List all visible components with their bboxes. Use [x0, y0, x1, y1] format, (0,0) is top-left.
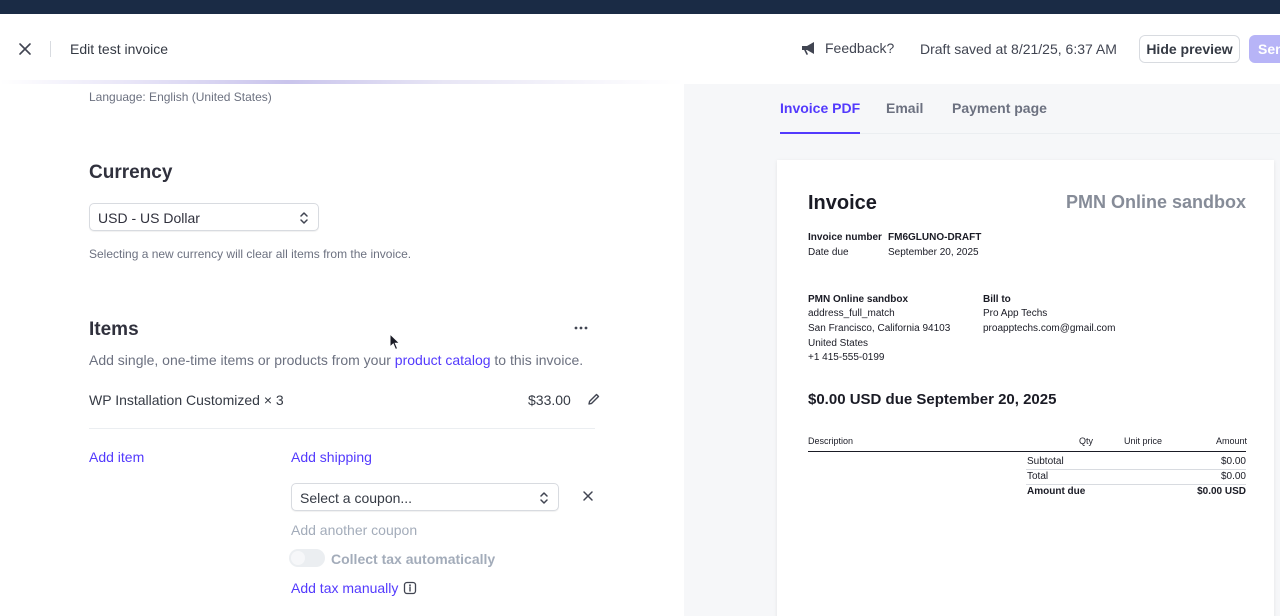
- info-icon: [403, 581, 417, 595]
- preview-panel: Invoice PDF Email Payment page Invoice P…: [684, 84, 1280, 616]
- invoice-document: Invoice PMN Online sandbox Invoice numbe…: [777, 160, 1274, 616]
- total-value: $0.00: [1220, 471, 1246, 482]
- toggle-knob: [291, 551, 305, 565]
- currency-heading: Currency: [89, 162, 173, 183]
- close-icon: [583, 491, 593, 501]
- language-text: Language: English (United States): [89, 90, 272, 104]
- from-line: San Francisco, California 94103: [808, 323, 951, 334]
- active-tab-indicator: [780, 132, 860, 134]
- items-heading: Items: [89, 319, 139, 340]
- close-icon: [19, 43, 31, 55]
- edit-item-button[interactable]: [587, 392, 601, 406]
- bill-to-label: Bill to: [983, 294, 1011, 305]
- from-line: +1 415-555-0199: [808, 352, 885, 363]
- from-line: PMN Online sandbox: [808, 294, 909, 305]
- invoice-title: Invoice: [808, 192, 877, 214]
- summary-divider: [1026, 469, 1246, 470]
- from-line: address_full_match: [808, 308, 895, 319]
- more-horizontal-icon: [574, 326, 588, 330]
- add-item-link[interactable]: Add item: [89, 449, 144, 465]
- pencil-icon: [588, 393, 600, 405]
- coupon-select[interactable]: Select a coupon...: [291, 483, 559, 511]
- send-button[interactable]: Send: [1249, 35, 1280, 63]
- currency-select[interactable]: USD - US Dollar: [89, 203, 319, 231]
- subtotal-value: $0.00: [1220, 456, 1246, 467]
- megaphone-icon: [802, 42, 814, 55]
- add-tax-manually-link[interactable]: Add tax manually: [291, 580, 398, 596]
- hide-preview-button[interactable]: Hide preview: [1139, 35, 1240, 63]
- tab-invoice-pdf[interactable]: Invoice PDF: [780, 100, 860, 116]
- draft-status: Draft saved at 8/21/25, 6:37 AM: [920, 41, 1117, 57]
- col-amount: Amount: [1216, 436, 1248, 446]
- page-title: Edit test invoice: [70, 41, 169, 57]
- close-button[interactable]: [14, 38, 36, 60]
- table-rule: [808, 451, 1246, 452]
- header-bar: Edit test invoice Feedback? Draft saved …: [0, 14, 1280, 81]
- product-catalog-link[interactable]: product catalog: [395, 352, 491, 368]
- items-divider: [89, 428, 595, 429]
- items-desc-prefix: Add single, one-time items or products f…: [89, 352, 391, 368]
- summary-divider: [1026, 484, 1246, 485]
- date-due-label: Date due: [808, 247, 849, 258]
- bill-to-line: proapptechs.com@gmail.com: [983, 323, 1116, 334]
- from-line: United States: [808, 338, 869, 349]
- collect-tax-label: Collect tax automatically: [331, 551, 496, 567]
- invoice-form: Language: English (United States) Curren…: [0, 84, 684, 616]
- remove-coupon-button[interactable]: [580, 488, 596, 504]
- col-unit-price: Unit price: [1124, 436, 1163, 446]
- coupon-placeholder: Select a coupon...: [300, 490, 413, 506]
- invoice-number-label: Invoice number: [808, 232, 882, 243]
- feedback-button[interactable]: Feedback?: [800, 40, 894, 56]
- invoice-company-name: PMN Online sandbox: [1065, 192, 1246, 212]
- col-description: Description: [808, 436, 854, 446]
- tab-payment-page[interactable]: Payment page: [952, 100, 1047, 116]
- add-shipping-link[interactable]: Add shipping: [291, 449, 372, 465]
- invoice-number: FM6GLUNO-DRAFT: [888, 232, 982, 243]
- chevron-updown-icon: [300, 212, 308, 224]
- collect-tax-toggle[interactable]: [289, 549, 325, 567]
- header-divider: [50, 41, 51, 57]
- amount-due-headline: $0.00 USD due September 20, 2025: [808, 391, 1057, 408]
- subtotal-label: Subtotal: [1027, 456, 1064, 467]
- date-due: September 20, 2025: [888, 247, 979, 258]
- items-desc-suffix: to this invoice.: [494, 352, 584, 368]
- tab-email[interactable]: Email: [886, 100, 923, 116]
- tax-info-button[interactable]: [403, 581, 417, 595]
- bill-to-line: Pro App Techs: [983, 308, 1048, 319]
- preview-tabs: Invoice PDF Email Payment page: [780, 84, 1280, 134]
- amount-due-value: $0.00 USD: [1197, 486, 1246, 497]
- amount-due-label: Amount due: [1027, 486, 1086, 497]
- chevron-updown-icon: [540, 492, 548, 504]
- feedback-label: Feedback?: [825, 40, 895, 56]
- currency-help-text: Selecting a new currency will clear all …: [89, 247, 412, 261]
- line-item-price: $33.00: [528, 392, 571, 408]
- currency-value: USD - US Dollar: [98, 210, 200, 226]
- total-label: Total: [1027, 471, 1049, 482]
- items-more-button[interactable]: [572, 321, 590, 335]
- col-qty: Qty: [1079, 436, 1094, 446]
- line-item-name[interactable]: WP Installation Customized × 3: [89, 392, 284, 408]
- items-description: Add single, one-time items or products f…: [89, 352, 583, 368]
- add-another-coupon-link[interactable]: Add another coupon: [291, 522, 417, 538]
- top-strip: [0, 0, 1280, 14]
